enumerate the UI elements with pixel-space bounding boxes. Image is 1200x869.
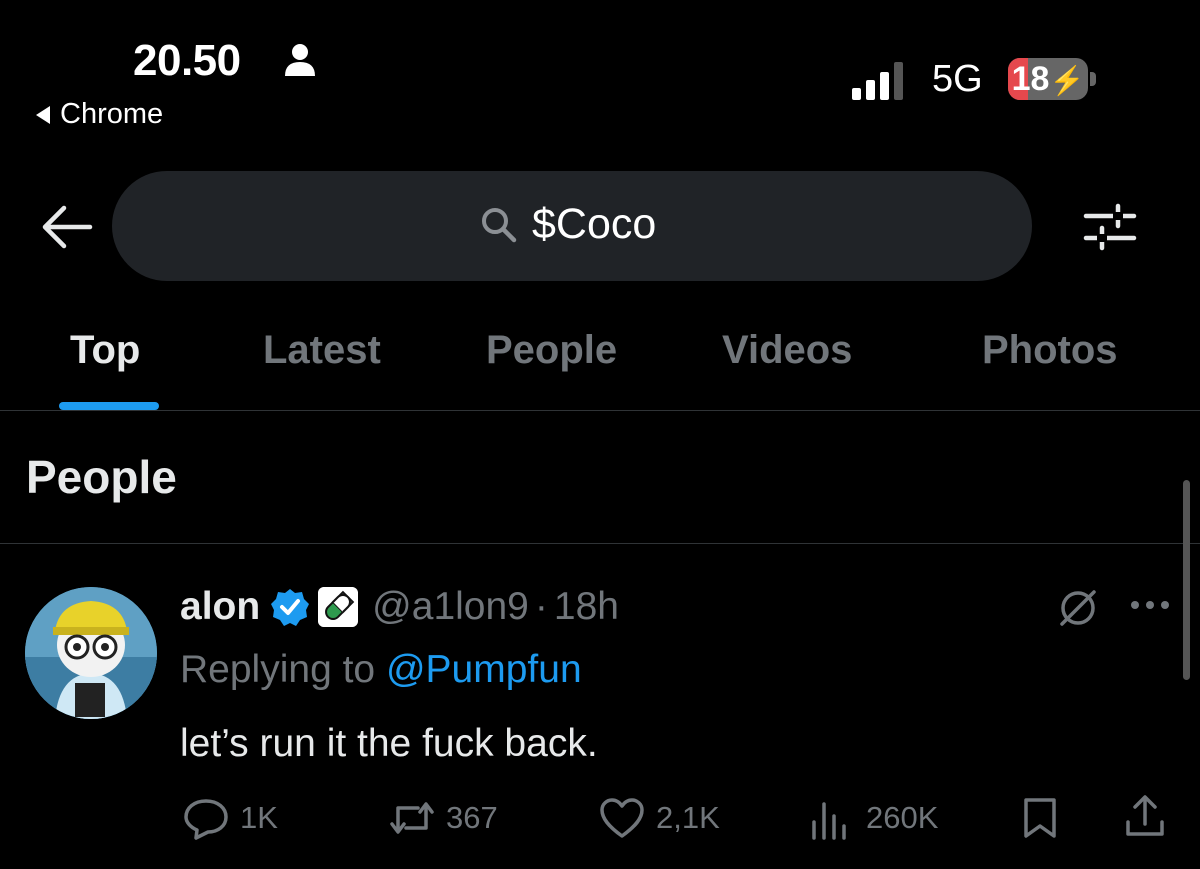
tab-top[interactable]: Top (70, 328, 140, 373)
tab-people[interactable]: People (486, 328, 617, 373)
author-name[interactable]: alon (180, 585, 260, 629)
replying-to: Replying to @Pumpfun (180, 648, 582, 692)
search-query[interactable]: $Coco (532, 200, 656, 249)
grok-icon[interactable] (1056, 586, 1100, 630)
bookmark-icon[interactable] (1018, 796, 1062, 840)
views-count: 260K (866, 800, 939, 835)
more-icon[interactable] (1128, 598, 1172, 612)
tab-photos[interactable]: Photos (982, 328, 1118, 373)
avatar[interactable] (25, 587, 157, 719)
repost-count: 367 (446, 800, 498, 835)
separator-dot: · (534, 585, 548, 628)
share-icon[interactable] (1122, 794, 1168, 840)
like-button[interactable]: 2,1K (598, 796, 720, 840)
like-count: 2,1K (656, 800, 720, 835)
pill-icon (318, 587, 359, 627)
tabs-divider (0, 410, 1200, 411)
reply-count: 1K (240, 800, 278, 835)
avatar-image (25, 587, 157, 719)
scrollbar[interactable] (1183, 480, 1190, 680)
author-handle[interactable]: @a1lon9 (372, 585, 529, 629)
back-arrow-icon[interactable] (40, 202, 94, 252)
tweet-time[interactable]: 18h (554, 585, 619, 629)
filter-icon[interactable] (1080, 202, 1140, 252)
reply-mention-link[interactable]: @Pumpfun (386, 648, 582, 691)
views-button[interactable]: 260K (808, 796, 938, 840)
back-app-label: Chrome (60, 98, 164, 130)
reply-prefix: Replying to (180, 648, 386, 691)
repost-icon (390, 802, 434, 834)
active-tab-indicator (59, 402, 159, 410)
network-label: 5G (932, 58, 983, 100)
section-divider (0, 543, 1200, 544)
verified-badge-icon (271, 589, 310, 626)
battery-level: 18⚡ (1011, 60, 1085, 98)
reply-icon (184, 799, 228, 840)
repost-button[interactable]: 367 (388, 796, 498, 840)
tweet-header: alon @a1lon9 · 18h (180, 585, 619, 629)
status-time: 20.50 (133, 36, 241, 85)
person-icon (285, 44, 315, 76)
battery-tip (1090, 72, 1096, 86)
tab-videos[interactable]: Videos (722, 328, 852, 373)
battery-icon: 18⚡ (1008, 58, 1088, 100)
signal-icon (852, 62, 903, 100)
reply-button[interactable]: 1K (182, 796, 278, 840)
section-title: People (26, 451, 177, 503)
back-triangle-icon (36, 105, 50, 124)
views-icon (812, 802, 846, 840)
tweet-text: let’s run it the fuck back. (180, 722, 598, 765)
tab-latest[interactable]: Latest (263, 328, 381, 373)
search-icon (482, 207, 517, 242)
search-field[interactable]: $Coco (480, 200, 656, 249)
back-to-app-button[interactable]: Chrome (36, 98, 163, 131)
like-icon (600, 798, 644, 838)
